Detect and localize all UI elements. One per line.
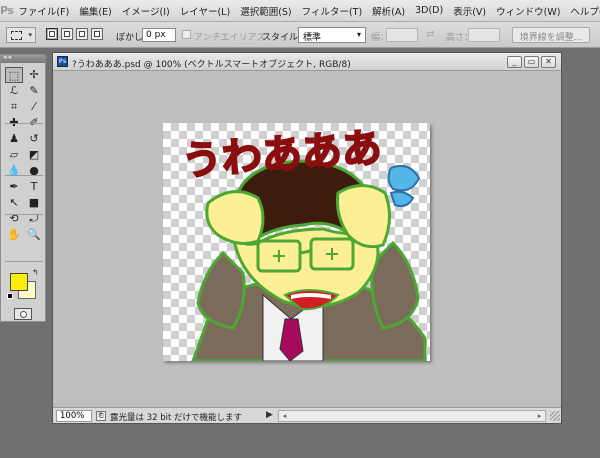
default-colors-icon[interactable] (7, 293, 13, 299)
type-tool-icon[interactable]: T (25, 179, 43, 195)
swap-colors-icon[interactable]: ↰ (32, 268, 39, 277)
foreground-color-swatch[interactable] (10, 273, 28, 291)
new-selection-button[interactable] (46, 28, 58, 40)
resize-grip[interactable] (550, 411, 560, 421)
options-bar: ▾ ぼかし： 0 px アンチエイリアス スタイル： 標準 ▾ 幅： ⇄ 高さ：… (0, 22, 600, 48)
menu-window[interactable]: ウィンドウ(W) (491, 4, 565, 18)
close-button[interactable]: ✕ (541, 56, 556, 68)
menu-3d[interactable]: 3D(D) (410, 5, 448, 16)
style-select-value: 標準 (303, 33, 322, 43)
zoom-tool-icon[interactable]: 🔍 (25, 227, 43, 243)
pen-tool-icon[interactable]: ✒ (5, 179, 23, 195)
move-tool-icon[interactable]: ✢ (25, 67, 43, 83)
chevron-down-icon: ▾ (356, 30, 361, 39)
chevron-down-icon: ▾ (28, 31, 32, 39)
tools-panel: ◂◂ ⬚✢ℒ✎⌗⁄✚✐♟↺▱◩💧●✒T↖■⟲⤾✋🔍 ↰ (0, 53, 46, 322)
height-input[interactable] (468, 28, 500, 42)
eraser-tool-icon[interactable]: ▱ (5, 147, 23, 163)
history-brush-icon[interactable]: ↺ (25, 131, 43, 147)
intersect-selection-button[interactable] (91, 28, 103, 40)
quick-select-tool-icon[interactable]: ✎ (25, 83, 43, 99)
menu-view[interactable]: 表示(V) (448, 4, 491, 18)
photoshop-window: Ps ファイル(F) 編集(E) イメージ(I) レイヤー(L) 選択範囲(S)… (0, 0, 600, 458)
antialias-label: アンチエイリアス (194, 33, 266, 43)
marquee-icon (11, 31, 22, 40)
menu-layer[interactable]: レイヤー(L) (175, 4, 235, 18)
style-select[interactable]: 標準 ▾ (298, 27, 366, 43)
document-title-bar[interactable]: Ps ?うわあああ.psd @ 100% (ベクトルスマートオブジェクト, RG… (53, 53, 561, 71)
width-input[interactable] (386, 28, 418, 42)
minimize-button[interactable]: _ (507, 56, 522, 68)
artboard[interactable]: うわあああ (163, 123, 430, 361)
hand-tool-icon[interactable]: ✋ (5, 227, 23, 243)
swap-dimensions-icon[interactable]: ⇄ (426, 29, 434, 40)
restore-button[interactable]: ▭ (524, 56, 539, 68)
clone-stamp-icon[interactable]: ♟ (5, 131, 23, 147)
subtract-selection-button[interactable] (76, 28, 88, 40)
menu-select[interactable]: 選択範囲(S) (235, 4, 296, 18)
add-selection-button[interactable] (61, 28, 73, 40)
menu-edit[interactable]: 編集(E) (74, 4, 116, 18)
menu-filter[interactable]: フィルター(T) (297, 4, 368, 18)
crop-tool-icon[interactable]: ⌗ (5, 99, 23, 115)
blur-tool-icon[interactable]: 💧 (5, 163, 23, 179)
dodge-tool-icon[interactable]: ● (25, 163, 43, 179)
quick-mask-button[interactable] (14, 308, 32, 320)
tools-panel-grip[interactable]: ◂◂ (1, 53, 45, 63)
refine-edge-button[interactable]: 境界線を調整... (512, 27, 590, 43)
menu-analysis[interactable]: 解析(A) (367, 4, 410, 18)
document-window: Ps ?うわあああ.psd @ 100% (ベクトルスマートオブジェクト, RG… (52, 52, 562, 424)
marquee-tool-icon[interactable]: ⬚ (5, 67, 23, 83)
lasso-tool-icon[interactable]: ℒ (5, 83, 23, 99)
menu-image[interactable]: イメージ(I) (117, 4, 175, 18)
zoom-level-field[interactable]: 100% (56, 410, 92, 422)
menu-bar: Ps ファイル(F) 編集(E) イメージ(I) レイヤー(L) 選択範囲(S)… (0, 0, 600, 22)
feather-input[interactable]: 0 px (142, 28, 176, 42)
status-menu-arrow-icon[interactable]: ▶ (266, 410, 273, 420)
path-select-tool-icon[interactable]: ↖ (5, 195, 23, 211)
scroll-left-icon: ◂ (282, 412, 287, 420)
eyedropper-tool-icon[interactable]: ⁄ (25, 99, 43, 115)
tool-preset-picker[interactable]: ▾ (6, 27, 36, 43)
status-bar: 100% ⎗ 露光量は 32 bit だけで機能します ▶ ◂ ▸ (53, 407, 561, 423)
status-info-icon[interactable]: ⎗ (96, 411, 106, 421)
menu-file[interactable]: ファイル(F) (13, 4, 74, 18)
horizontal-scrollbar[interactable]: ◂ ▸ (278, 410, 546, 422)
sweat-drop-shape (387, 165, 421, 192)
canvas-area[interactable]: うわあああ (53, 71, 561, 407)
app-logo: Ps (0, 4, 14, 17)
cartoon-artwork: うわあああ (179, 124, 427, 361)
gradient-tool-icon[interactable]: ◩ (25, 147, 43, 163)
rectangle-tool-icon[interactable]: ■ (25, 195, 43, 211)
status-message: 露光量は 32 bit だけで機能します (110, 413, 243, 423)
menu-help[interactable]: ヘルプ(H) (565, 4, 600, 18)
scroll-right-icon: ▸ (537, 412, 542, 420)
antialias-checkbox[interactable] (182, 30, 191, 39)
ps-document-icon: Ps (57, 56, 68, 67)
document-title: ?うわあああ.psd @ 100% (ベクトルスマートオブジェクト, RGB/8… (72, 60, 351, 70)
